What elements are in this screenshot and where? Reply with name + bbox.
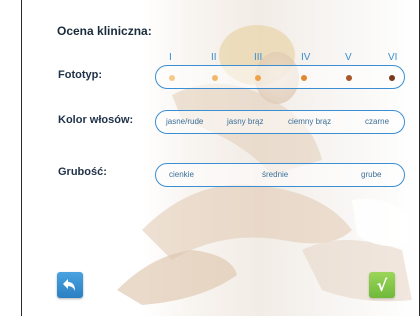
- back-arrow-icon: [63, 279, 75, 291]
- hair-color-option-light[interactable]: jasne/rude: [166, 117, 203, 126]
- thickness-label: Grubość:: [58, 166, 107, 178]
- fototyp-numeral-6: VI: [388, 52, 398, 63]
- background-photo: [117, 25, 412, 305]
- fototyp-dot-2[interactable]: [212, 75, 218, 81]
- thickness-option-thick[interactable]: grube: [361, 170, 381, 179]
- hair-color-option-black[interactable]: czarne: [365, 117, 389, 126]
- clinical-assessment-screen: Ocena kliniczna: Fototyp: I II III IV V …: [21, 0, 420, 316]
- fototyp-dot-4[interactable]: [301, 75, 307, 81]
- fototyp-numeral-4: IV: [301, 52, 311, 63]
- hair-color-label: Kolor włosów:: [58, 114, 134, 126]
- hair-color-option-dark-brown[interactable]: ciemny brąz: [288, 117, 331, 126]
- thickness-option-medium[interactable]: średnie: [262, 170, 288, 179]
- confirm-button[interactable]: √: [369, 272, 395, 298]
- fototyp-numeral-5: V: [345, 52, 352, 63]
- page-title: Ocena kliniczna:: [57, 24, 152, 38]
- fototyp-dot-6[interactable]: [389, 75, 395, 81]
- fototyp-numeral-2: II: [211, 52, 217, 63]
- fototyp-label: Fototyp:: [58, 69, 102, 81]
- fototyp-numeral-3: III: [254, 52, 263, 63]
- fototyp-dot-1[interactable]: [169, 75, 175, 81]
- hair-color-selector[interactable]: jasne/rude jasny brąz ciemny brąz czarne: [155, 110, 405, 134]
- fototyp-numeral-1: I: [169, 52, 172, 63]
- fototyp-dot-3[interactable]: [255, 75, 261, 81]
- hair-color-option-light-brown[interactable]: jasny brąz: [227, 117, 263, 126]
- checkmark-icon: √: [376, 275, 388, 295]
- thickness-selector[interactable]: cienkie średnie grube: [155, 163, 405, 187]
- back-button[interactable]: [57, 272, 83, 298]
- fototyp-selector[interactable]: [155, 65, 405, 89]
- fototyp-dot-5[interactable]: [346, 75, 352, 81]
- thickness-option-thin[interactable]: cienkie: [169, 170, 194, 179]
